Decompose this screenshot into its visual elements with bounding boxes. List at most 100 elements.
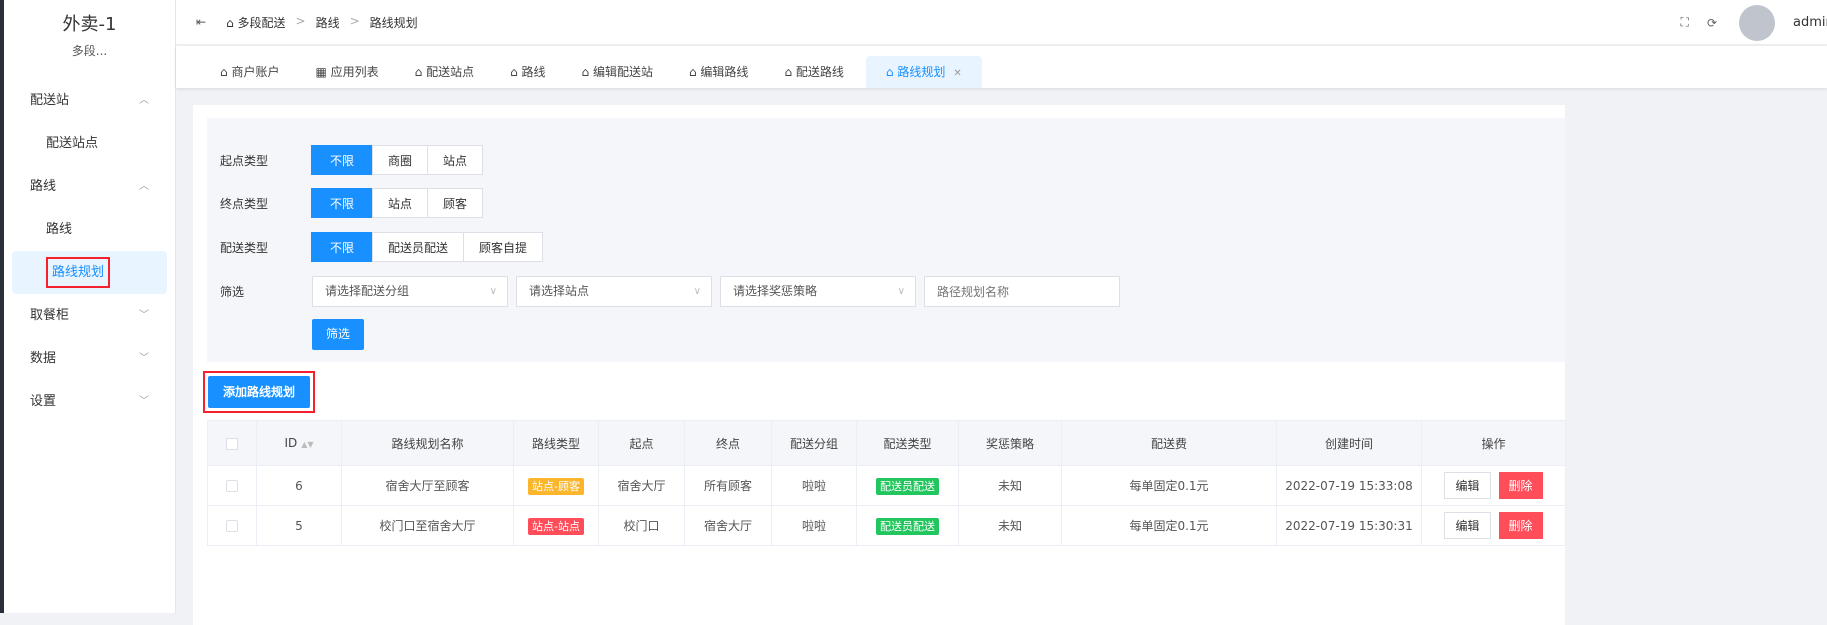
delivery-type-tag: 配送员配送 [876, 517, 939, 535]
tab-item[interactable]: ⌂ 编辑配送站 [568, 56, 667, 88]
end-point: 所有顾客 [703, 479, 752, 493]
sidebar-item-label: 路线 [30, 179, 57, 194]
shop-icon: ⌂ [220, 65, 232, 79]
select-all-checkbox[interactable] [226, 437, 238, 450]
delivery-type-cell: 配送员配送 [856, 465, 959, 506]
created-time-cell: 2022-07-19 15:33:08 [1276, 465, 1422, 506]
sidebar-item-label: 设置 [30, 394, 57, 409]
segment-option[interactable]: 配送员配送 [372, 232, 465, 262]
route-name-cell: 宿舍大厅至顾客 [341, 465, 514, 506]
app-subtitle: 多段... [71, 44, 108, 58]
close-icon[interactable]: ✕ [953, 68, 961, 79]
tab-label: 编辑路线 [700, 65, 749, 79]
column-header-label: ID [284, 436, 298, 450]
route-type-tag: 站点-顾客 [528, 477, 584, 495]
tab-item[interactable]: ⌂ 路线 [496, 56, 559, 88]
sort-icon[interactable]: ▲▼ [301, 440, 313, 449]
column-header: 起点 [598, 420, 685, 466]
route-name-input[interactable] [924, 276, 1120, 307]
segment-option[interactable]: 不限 [311, 188, 374, 218]
chevron-down-icon: ∨ [489, 286, 497, 297]
sidebar-item[interactable]: 配送站点 [4, 122, 175, 165]
sidebar: 外卖-1 多段... 配送站 ︿ 配送站点 路线 ︿ 路线 路线规划 取餐柜 ﹀ 数据 ﹀ 设置 ﹀ [4, 0, 176, 613]
id-cell: 5 [256, 505, 342, 546]
start-point-cell: 宿舍大厅 [598, 465, 685, 506]
start-point-cell: 校门口 [598, 505, 685, 546]
collapse-menu-icon[interactable]: ⇤ [196, 15, 206, 29]
column-header-label: 操作 [1481, 436, 1506, 451]
edit-button[interactable]: 编辑 [1444, 472, 1491, 499]
column-header-label: 奖惩策略 [985, 436, 1034, 451]
delivery-type-label: 配送类型 [220, 240, 269, 255]
breadcrumb-item[interactable]: ⌂ 多段配送 [226, 14, 285, 31]
edit-button[interactable]: 编辑 [1444, 512, 1491, 539]
sidebar-item[interactable]: 路线规划 [12, 251, 167, 294]
reward-policy: 未知 [997, 519, 1022, 533]
chevron-down-icon: ﹀ [139, 310, 149, 321]
station-select[interactable]: 请选择站点 ∨ [516, 276, 712, 307]
segment-option[interactable]: 站点 [372, 188, 429, 218]
home-icon: ⌂ [581, 65, 593, 79]
route-name: 校门口至宿舍大厅 [379, 519, 476, 533]
breadcrumb-item: 路线规划 [369, 15, 418, 30]
tab-label: 商户账户 [231, 65, 280, 79]
row-checkbox[interactable] [226, 520, 238, 532]
sidebar-item[interactable]: 数据 ﹀ [4, 337, 175, 380]
reward-select[interactable]: 请选择奖惩策略 ∨ [720, 276, 916, 307]
delete-button[interactable]: 删除 [1498, 512, 1543, 539]
route-name-cell: 校门口至宿舍大厅 [341, 505, 514, 546]
tab-item[interactable]: ⌂ 编辑路线 [675, 56, 762, 88]
column-header-label: 路线规划名称 [391, 436, 464, 451]
refresh-icon[interactable]: ⟳ [1707, 16, 1717, 30]
column-header: 创建时间 [1276, 420, 1422, 466]
segment-option[interactable]: 顾客自提 [463, 232, 544, 262]
username[interactable]: admin [1793, 15, 1827, 30]
tab-item[interactable]: ⌂ 商户账户 [206, 56, 293, 88]
segment-option[interactable]: 商圈 [372, 145, 429, 175]
screen-label: 筛选 [220, 285, 245, 299]
breadcrumb-item[interactable]: 路线 [316, 14, 340, 31]
row-checkbox[interactable] [226, 480, 238, 492]
column-header-label: 配送类型 [883, 436, 932, 451]
main-card: 起点类型 不限 商圈 站点 终点类型 不限 站点 顾客 配送类型 不限 配送员配送 顾客自提 筛选… [193, 105, 1566, 625]
end-point: 宿舍大厅 [703, 519, 752, 533]
delete-button[interactable]: 删除 [1498, 472, 1543, 499]
column-header-label: 配送费 [1150, 436, 1187, 451]
tab-label: 编辑配送站 [592, 65, 653, 79]
avatar[interactable] [1739, 4, 1775, 41]
start-type-selector: 不限 商圈 站点 [311, 145, 484, 175]
sidebar-item[interactable]: 设置 ﹀ [4, 380, 175, 423]
column-header-label: 配送分组 [789, 436, 838, 451]
tab-label: 路线 [521, 65, 546, 79]
tab-item[interactable]: ⌂ 配送站点 [401, 56, 488, 88]
tab-item[interactable]: ⌂ 配送路线 [770, 56, 857, 88]
column-header-label: 创建时间 [1324, 436, 1373, 451]
id-cell: 6 [256, 465, 342, 506]
tab-item[interactable]: ⌂ 路线规划 ✕ [865, 56, 982, 88]
tab-item[interactable]: ▦ 应用列表 [301, 56, 392, 88]
segment-option[interactable]: 不限 [311, 145, 374, 175]
tab-bar: ⌂ 商户账户 ▦ 应用列表 ⌂ 配送站点 ⌂ 路线 ⌂ 编辑配送站 ⌂ 编辑路线 ⌂ 配送路… [176, 46, 1827, 88]
add-route-plan-button[interactable]: 添加路线规划 [208, 376, 311, 408]
sidebar-item[interactable]: 路线 [4, 208, 175, 251]
segment-option[interactable]: 站点 [427, 145, 484, 175]
filter-panel: 起点类型 不限 商圈 站点 终点类型 不限 站点 顾客 配送类型 不限 配送员配送 顾客自提 筛选… [207, 118, 1565, 362]
top-header: ⇤ ⌂ 多段配送 > 路线 > 路线规划 ⛶ ⟳ admin [176, 0, 1827, 45]
id: 6 [295, 478, 303, 493]
fullscreen-icon[interactable]: ⛶ [1681, 15, 1689, 30]
sidebar-item[interactable]: 取餐柜 ﹀ [4, 294, 175, 337]
chevron-down-icon: ﹀ [139, 396, 149, 407]
sidebar-item[interactable]: 路线 ︿ [4, 165, 175, 208]
table-header-row: ID ▲▼ 路线规划名称 路线类型 起点 终点 配送分组 配送类型 奖惩策略 配送费 创建时间 操作 [207, 420, 1566, 466]
tab-label: 配送站点 [426, 65, 475, 79]
tab-label: 路线规划 [897, 65, 946, 79]
home-icon: ⌂ [885, 65, 898, 79]
column-header-label: 起点 [629, 436, 654, 451]
group-select[interactable]: 请选择配送分组 ∨ [312, 276, 508, 307]
actions-cell: 编辑 删除 [1421, 505, 1566, 546]
sidebar-item[interactable]: 配送站 ︿ [4, 79, 175, 122]
segment-option[interactable]: 顾客 [427, 188, 484, 218]
segment-option[interactable]: 不限 [311, 232, 374, 262]
filter-submit-button[interactable]: 筛选 [312, 319, 365, 350]
column-header-label: 终点 [715, 436, 740, 451]
